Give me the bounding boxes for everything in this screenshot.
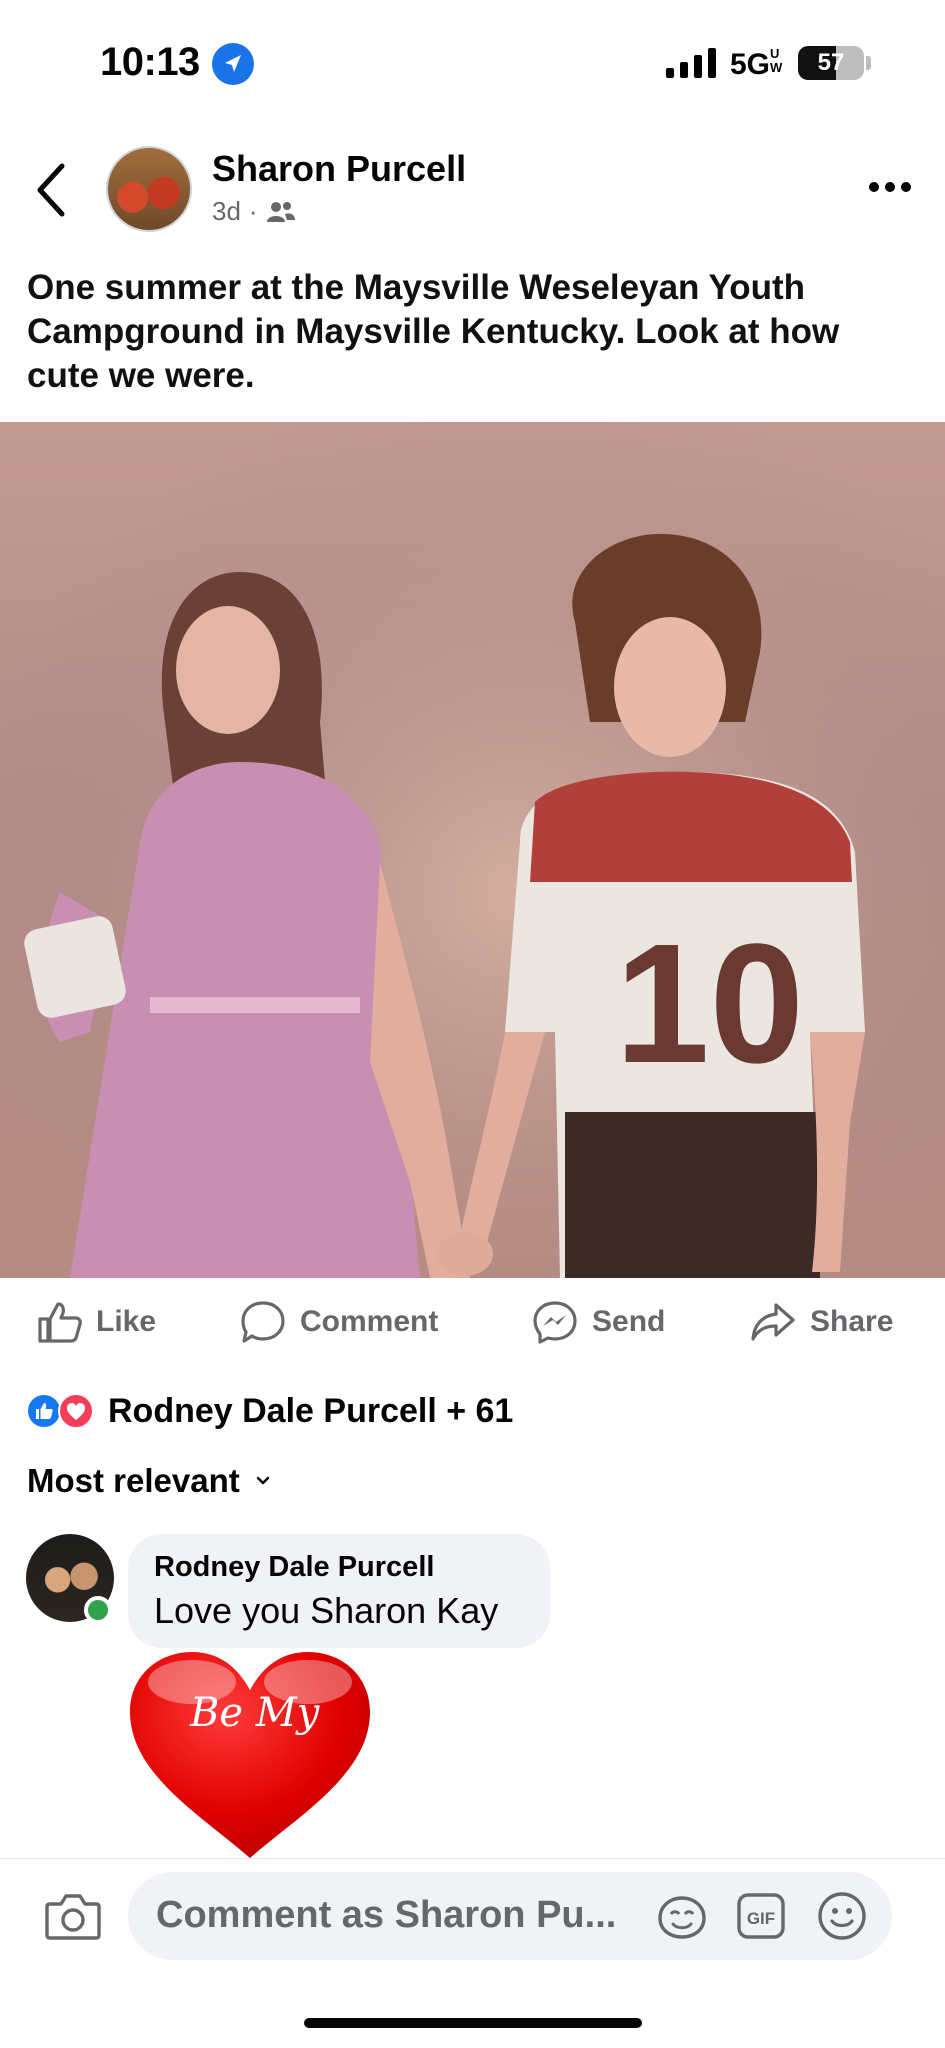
gif-icon[interactable]: GIF (736, 1892, 786, 1940)
author-name[interactable]: Sharon Purcell (212, 148, 466, 190)
comment-button[interactable]: Comment (240, 1282, 438, 1362)
send-label: Send (592, 1305, 666, 1338)
emoji-icon[interactable] (816, 1890, 868, 1942)
post-caption: One summer at the Maysville Weseleyan Yo… (27, 268, 840, 395)
share-arrow-icon (751, 1303, 795, 1341)
comment-sort-selector[interactable]: Most relevant (27, 1462, 272, 1500)
battery-nub (866, 56, 871, 70)
status-bar: 10:13 5GUW 57 (0, 0, 945, 130)
friends-icon (266, 201, 295, 222)
more-options-icon[interactable] (866, 172, 914, 202)
battery-icon: 57 (798, 46, 864, 80)
network-type: 5GUW (730, 47, 786, 82)
author-avatar[interactable] (106, 146, 192, 232)
comment-input-placeholder: Comment as Sharon Pu... (156, 1894, 617, 1936)
love-reaction-icon (58, 1393, 94, 1429)
location-arrow-icon (212, 43, 254, 85)
like-button[interactable]: Like (36, 1282, 156, 1362)
photo-illustration: 10 (0, 422, 945, 1278)
online-status-indicator (84, 1596, 112, 1624)
network-subtype: UW (770, 46, 783, 75)
send-button[interactable]: Send (532, 1282, 665, 1362)
reactions-summary[interactable]: Rodney Dale Purcell + 61 (26, 1386, 513, 1436)
messenger-icon (533, 1301, 577, 1344)
comment-author[interactable]: Rodney Dale Purcell (154, 1550, 524, 1584)
post-actions: Like Comment Send Share (0, 1282, 945, 1362)
avatar-sticker-icon[interactable] (656, 1894, 708, 1940)
status-time: 10:13 (100, 40, 200, 84)
share-button[interactable]: Share (750, 1282, 893, 1362)
heart-sticker[interactable] (122, 1646, 378, 1862)
cellular-signal-icon (666, 48, 716, 78)
like-label: Like (96, 1305, 157, 1338)
thumbs-up-icon (38, 1302, 82, 1343)
svg-text:GIF: GIF (747, 1909, 775, 1928)
comment-bubble-icon (241, 1301, 285, 1343)
post-age[interactable]: 3d (212, 196, 241, 227)
reactions-summary-text: Rodney Dale Purcell + 61 (108, 1391, 514, 1430)
sort-label: Most relevant (27, 1462, 240, 1499)
comment-bubble[interactable]: Rodney Dale Purcell Love you Sharon Kay (128, 1534, 550, 1648)
meta-separator: · (248, 196, 258, 226)
sticker-caption: Be My (190, 1690, 320, 1736)
back-chevron-icon[interactable] (30, 160, 74, 220)
share-label: Share (810, 1305, 894, 1338)
post-photo[interactable]: 10 (0, 422, 945, 1278)
camera-icon[interactable] (44, 1890, 102, 1942)
jersey-number: 10 (615, 909, 804, 1099)
chevron-down-icon (256, 1476, 269, 1485)
home-indicator[interactable] (304, 2018, 642, 2028)
reaction-icons (26, 1391, 100, 1431)
post-meta: 3d · (212, 196, 296, 227)
comment-text: Love you Sharon Kay (154, 1590, 499, 1631)
comment-label: Comment (300, 1305, 439, 1338)
like-reaction-icon (26, 1393, 62, 1429)
battery-level: 57 (817, 49, 845, 76)
